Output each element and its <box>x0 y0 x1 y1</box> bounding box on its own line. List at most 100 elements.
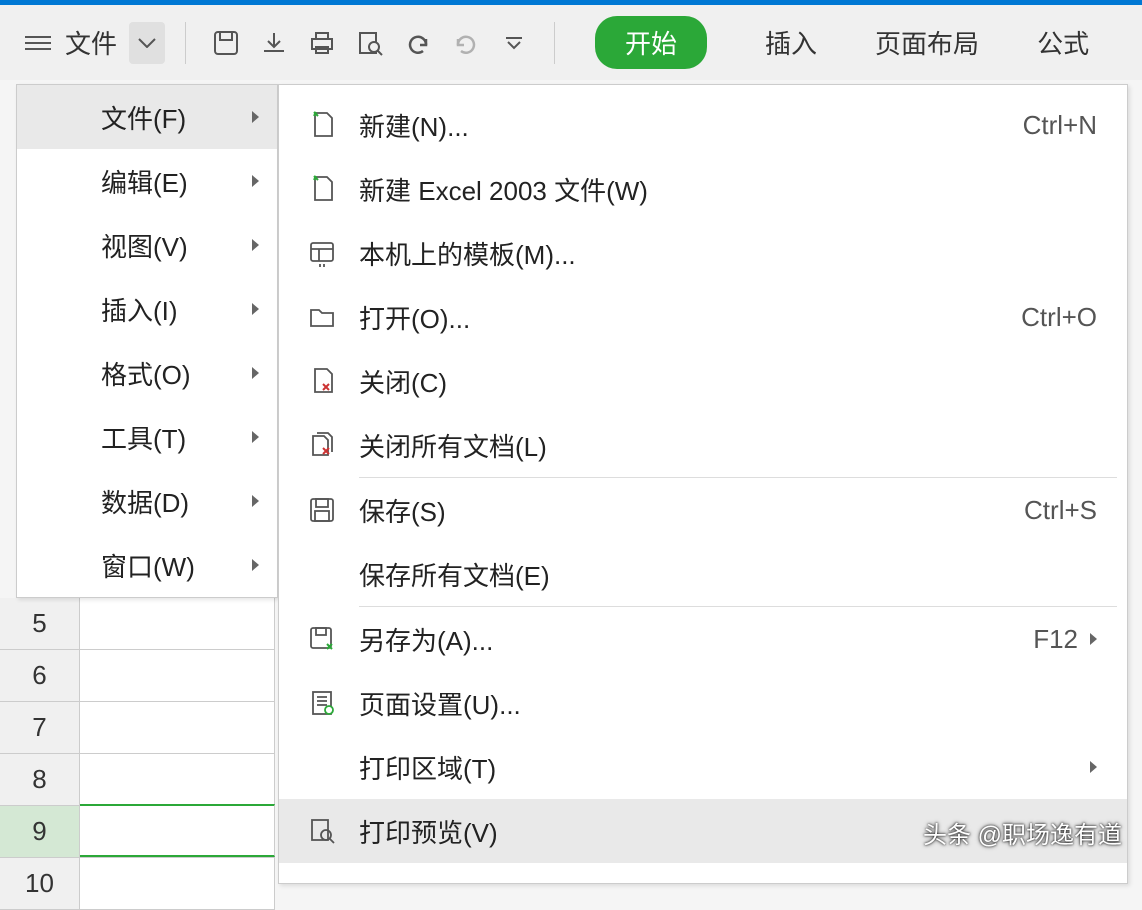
chevron-right-icon <box>1090 633 1097 645</box>
spreadsheet-row[interactable]: 8 <box>0 754 275 806</box>
menu-item-label: 格式(O) <box>17 355 191 392</box>
spreadsheet-row[interactable]: 10 <box>0 858 275 910</box>
submenu-item[interactable]: 保存所有文档(E) <box>279 542 1127 606</box>
chevron-right-icon <box>252 303 259 315</box>
submenu-item-label: 关闭所有文档(L) <box>359 427 1097 464</box>
chevron-right-icon <box>1090 761 1097 773</box>
menu-item-label: 视图(V) <box>17 227 188 264</box>
chevron-right-icon <box>252 495 259 507</box>
pagesetup-icon <box>307 688 359 718</box>
submenu-item[interactable]: 打开(O)...Ctrl+O <box>279 285 1127 349</box>
row-header[interactable]: 8 <box>0 754 80 805</box>
row-header[interactable]: 7 <box>0 702 80 753</box>
submenu-item[interactable]: 本机上的模板(M)... <box>279 221 1127 285</box>
main-menu-item[interactable]: 插入(I) <box>17 277 277 341</box>
tab-page-layout[interactable]: 页面布局 <box>875 24 979 61</box>
file-dropdown-button[interactable] <box>129 22 165 64</box>
spreadsheet-row[interactable]: 9 <box>0 806 275 858</box>
main-menu-item[interactable]: 格式(O) <box>17 341 277 405</box>
chevron-right-icon <box>252 431 259 443</box>
toolbar-divider <box>185 22 186 64</box>
submenu-item[interactable]: 关闭(C) <box>279 349 1127 413</box>
file-submenu: 新建(N)...Ctrl+N 新建 Excel 2003 文件(W) 本机上的模板(… <box>278 84 1128 884</box>
menu-item-label: 编辑(E) <box>17 163 188 200</box>
chevron-right-icon <box>252 111 259 123</box>
undo-icon[interactable] <box>398 23 438 63</box>
toolbar-divider <box>554 22 555 64</box>
save-icon[interactable] <box>206 23 246 63</box>
shortcut-label: Ctrl+S <box>1024 495 1097 526</box>
spreadsheet-rows: 5678910 <box>0 598 275 910</box>
submenu-item[interactable]: 页面设置(U)... <box>279 671 1127 735</box>
new-icon <box>307 110 359 140</box>
row-header[interactable]: 6 <box>0 650 80 701</box>
main-menu-item[interactable]: 窗口(W) <box>17 533 277 597</box>
submenu-item-label: 打印区域(T) <box>359 749 1078 786</box>
print-preview-icon[interactable] <box>350 23 390 63</box>
chevron-right-icon <box>252 239 259 251</box>
main-menu-item[interactable]: 视图(V) <box>17 213 277 277</box>
toolbar: 文件 开始 插入 页面布局 公式 <box>0 0 1142 80</box>
menu-item-label: 插入(I) <box>17 291 178 328</box>
menu-item-label: 工具(T) <box>17 419 186 456</box>
submenu-item-label: 保存(S) <box>359 492 1024 529</box>
hamburger-icon[interactable] <box>25 36 51 50</box>
watermark: 头条 @职场逸有道 <box>923 815 1122 850</box>
submenu-item-label: 保存所有文档(E) <box>359 556 1097 593</box>
row-cell[interactable] <box>80 754 275 805</box>
row-cell[interactable] <box>80 650 275 701</box>
chevron-right-icon <box>252 175 259 187</box>
submenu-item-label: 页面设置(U)... <box>359 685 1097 722</box>
main-menu: 文件(F) 编辑(E) 视图(V) 插入(I) 格式(O) 工具(T) 数据(D) 窗口(W) <box>16 84 278 598</box>
new-icon <box>307 174 359 204</box>
redo-icon[interactable] <box>446 23 486 63</box>
spreadsheet-row[interactable]: 7 <box>0 702 275 754</box>
row-header[interactable]: 10 <box>0 858 80 909</box>
main-menu-item[interactable]: 数据(D) <box>17 469 277 533</box>
menu-item-label: 文件(F) <box>17 99 186 136</box>
close-icon <box>307 366 359 396</box>
submenu-item[interactable]: 另存为(A)...F12 <box>279 607 1127 671</box>
output-icon[interactable] <box>254 23 294 63</box>
tab-formula[interactable]: 公式 <box>1037 24 1089 61</box>
submenu-item[interactable]: 新建(N)...Ctrl+N <box>279 93 1127 157</box>
submenu-item-label: 关闭(C) <box>359 363 1097 400</box>
tab-insert[interactable]: 插入 <box>765 24 817 61</box>
spreadsheet-row[interactable]: 5 <box>0 598 275 650</box>
submenu-item-label: 另存为(A)... <box>359 621 1033 658</box>
menu-item-label: 窗口(W) <box>17 547 195 584</box>
shortcut-label: Ctrl+N <box>1023 110 1097 141</box>
main-menu-item[interactable]: 工具(T) <box>17 405 277 469</box>
submenu-item[interactable]: 新建 Excel 2003 文件(W) <box>279 157 1127 221</box>
more-dropdown-icon[interactable] <box>494 23 534 63</box>
row-cell[interactable] <box>80 702 275 753</box>
main-menu-item[interactable]: 编辑(E) <box>17 149 277 213</box>
submenu-item-label: 新建(N)... <box>359 107 1023 144</box>
row-cell[interactable] <box>80 858 275 909</box>
chevron-right-icon <box>252 559 259 571</box>
folder-icon <box>307 302 359 332</box>
row-header[interactable]: 5 <box>0 598 80 649</box>
submenu-item[interactable]: 保存(S)Ctrl+S <box>279 478 1127 542</box>
save-icon <box>307 495 359 525</box>
submenu-item-label: 新建 Excel 2003 文件(W) <box>359 171 1097 208</box>
shortcut-label: F12 <box>1033 624 1078 655</box>
shortcut-label: Ctrl+O <box>1021 302 1097 333</box>
menu-item-label: 数据(D) <box>17 483 189 520</box>
row-cell[interactable] <box>80 804 275 857</box>
file-menu-label[interactable]: 文件 <box>65 24 117 61</box>
submenu-item[interactable]: 打印区域(T) <box>279 735 1127 799</box>
spreadsheet-row[interactable]: 6 <box>0 650 275 702</box>
print-icon[interactable] <box>302 23 342 63</box>
closeall-icon <box>307 430 359 460</box>
printpreview-icon <box>307 816 359 846</box>
main-menu-item[interactable]: 文件(F) <box>17 85 277 149</box>
start-tab[interactable]: 开始 <box>595 16 707 69</box>
submenu-item-label: 打开(O)... <box>359 299 1021 336</box>
template-icon <box>307 238 359 268</box>
row-header[interactable]: 9 <box>0 806 80 857</box>
submenu-item-label: 本机上的模板(M)... <box>359 235 1097 272</box>
saveas-icon <box>307 624 359 654</box>
row-cell[interactable] <box>80 598 275 649</box>
submenu-item[interactable]: 关闭所有文档(L) <box>279 413 1127 477</box>
